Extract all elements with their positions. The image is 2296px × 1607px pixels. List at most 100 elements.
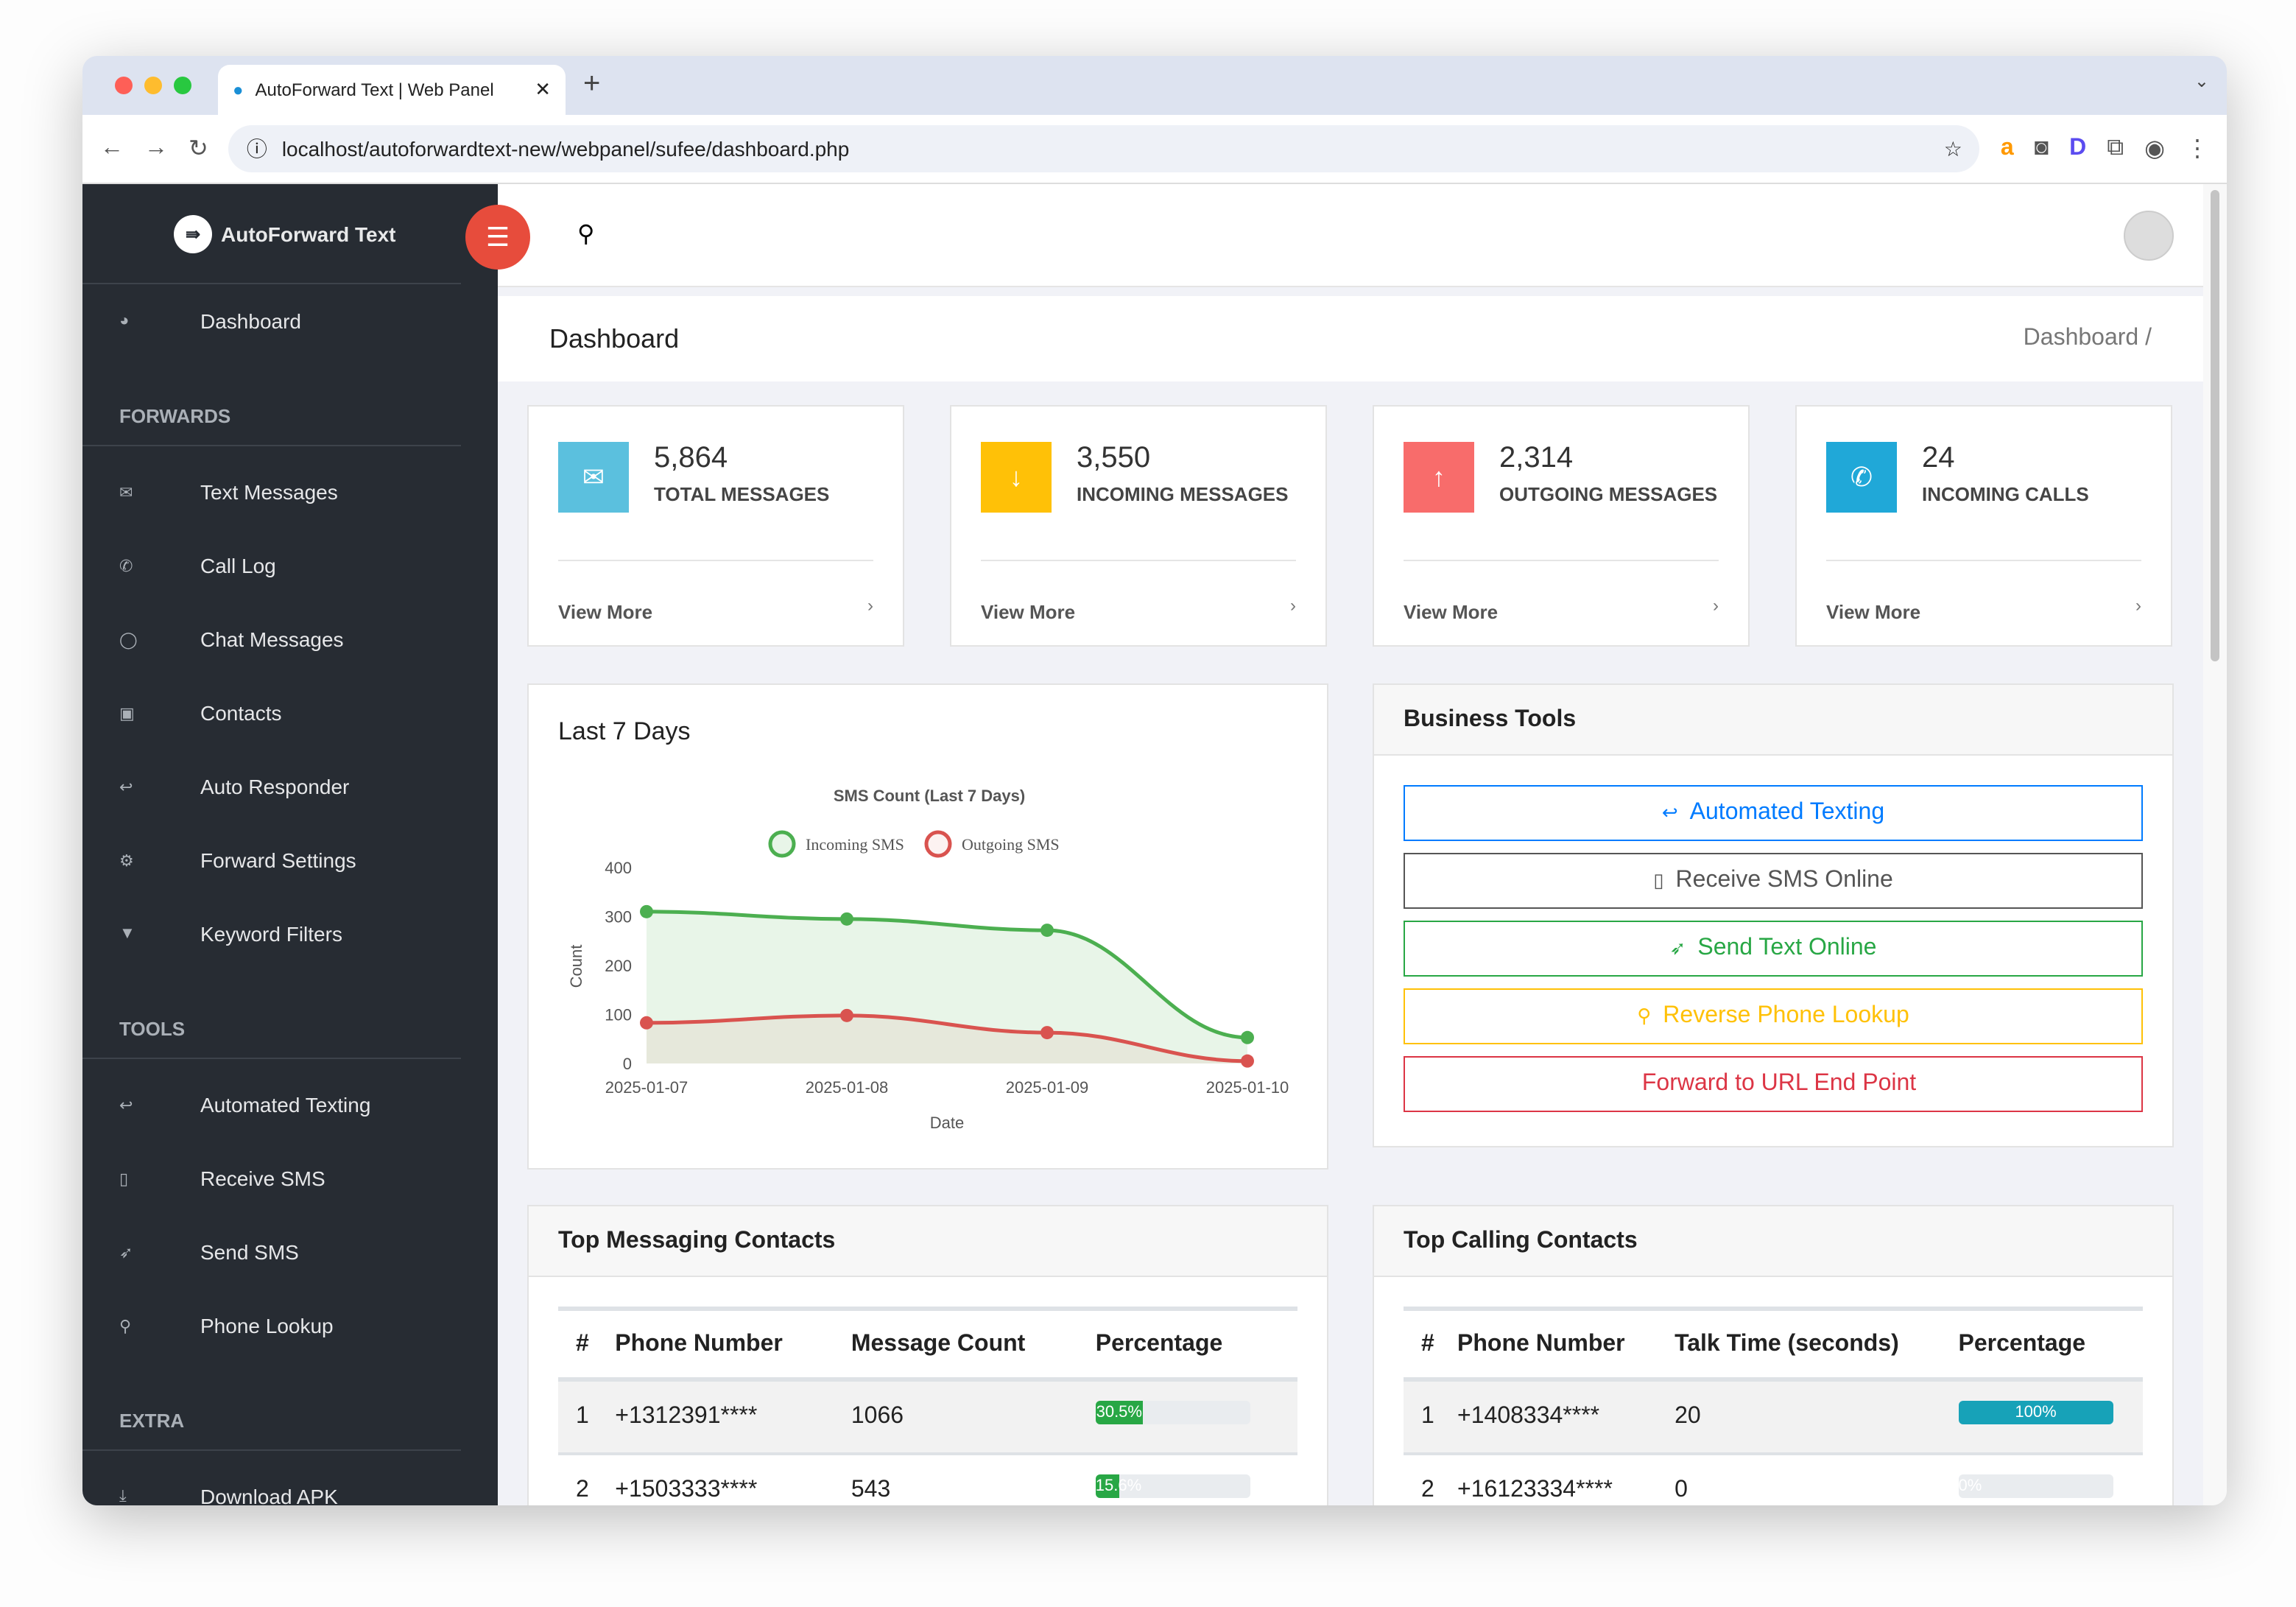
sidebar-item-dashboard[interactable]: ◕ Dashboard — [82, 284, 498, 358]
comment-icon: ◯ — [119, 631, 138, 649]
sidebar-item[interactable]: ↩ Automated Texting — [82, 1068, 498, 1142]
main-content: ☰ ⚲ Dashboard Dashboard / ✉ 5,864 TOTAL MES… — [465, 184, 2203, 1505]
menu-icon[interactable]: ⋮ — [2186, 134, 2209, 163]
search-icon[interactable]: ⚲ — [577, 219, 594, 249]
phone-icon: ✆ — [1826, 442, 1897, 513]
stat-card: ✆ 24 INCOMING CALLS View More › — [1795, 405, 2172, 647]
scrollbar[interactable] — [2203, 184, 2227, 1505]
sidebar-item-label: Chat Messages — [200, 627, 344, 651]
percentage-bar: 30.5% — [1095, 1400, 1250, 1424]
legend-label[interactable]: Incoming SMS — [806, 835, 904, 854]
view-more-link[interactable]: View More — [1404, 601, 1498, 623]
close-tab-icon[interactable]: ✕ — [535, 78, 551, 102]
reload-icon[interactable]: ↻ — [189, 134, 208, 163]
phone-icon: ✆ — [119, 558, 133, 575]
sidebar-item[interactable]: ✉ Text Messages — [82, 455, 498, 529]
tab-title: AutoForward Text | Web Panel — [255, 80, 494, 100]
data-point[interactable] — [1241, 1054, 1254, 1068]
back-icon[interactable]: ← — [100, 136, 124, 162]
tool-button[interactable]: ➶ Send Text Online — [1404, 921, 2143, 977]
data-point[interactable] — [1040, 1026, 1054, 1040]
top-calling-table: # Phone Number Talk Time (seconds) Percenta… — [1404, 1307, 2143, 1505]
legend-label[interactable]: Outgoing SMS — [962, 835, 1060, 854]
sidebar-item[interactable]: ◯ Chat Messages — [82, 602, 498, 676]
sidebar-item[interactable]: ➶ Send SMS — [82, 1215, 498, 1289]
new-tab-button[interactable]: + — [583, 68, 600, 102]
table-row: 1 +1312391**** 1066 30.5% — [558, 1379, 1297, 1455]
extension-icon[interactable]: a — [2001, 136, 2014, 162]
browser-window: ● AutoForward Text | Web Panel ✕ + ⌄ ← → ↻ ⓘ… — [82, 56, 2227, 1505]
minimize-window-button[interactable] — [144, 77, 162, 94]
stat-label: INCOMING MESSAGES — [1077, 483, 1289, 505]
column-header: Percentage — [1940, 1309, 2143, 1382]
rocket-icon: ➶ — [119, 1244, 133, 1262]
sidebar-item[interactable]: ▣ Contacts — [82, 676, 498, 750]
data-point[interactable] — [1241, 1030, 1254, 1044]
sidebar-item[interactable]: ↩ Auto Responder — [82, 750, 498, 823]
data-point[interactable] — [1040, 924, 1054, 938]
profile-icon[interactable]: ◉ — [2144, 134, 2165, 163]
view-more-link[interactable]: View More — [981, 601, 1075, 623]
filter-icon: ▼ — [119, 925, 135, 943]
button-label: Receive SMS Online — [1675, 868, 1893, 893]
chevron-right-icon[interactable]: › — [1713, 595, 1719, 616]
breadcrumb[interactable]: Dashboard / — [2024, 326, 2152, 352]
data-point[interactable] — [640, 904, 653, 918]
sidebar-item[interactable]: ⚙ Forward Settings — [82, 823, 498, 897]
sms-chart: SMS Count (Last 7 Days) 0 100 200 300 400 2025… — [567, 787, 1289, 1132]
reply-icon: ↩ — [1661, 801, 1678, 823]
percentage-bar: 0% — [1958, 1474, 2113, 1497]
tool-button[interactable]: Forward to URL End Point — [1404, 1056, 2143, 1112]
puzzle-icon[interactable]: ⧉ — [2107, 136, 2124, 162]
sidebar-item[interactable]: ▼ Keyword Filters — [82, 897, 498, 971]
tool-button[interactable]: ⚲ Reverse Phone Lookup — [1404, 988, 2143, 1044]
sidebar-item[interactable]: ⤓ Download APK — [82, 1460, 498, 1505]
data-point[interactable] — [640, 1016, 653, 1030]
data-point[interactable] — [840, 1008, 853, 1022]
sidebar: ⇛ AutoForward Text ◕ Dashboard FORWARDS ✉ Te… — [82, 184, 498, 1505]
menu-toggle-button[interactable]: ☰ — [465, 205, 530, 270]
chevron-right-icon[interactable]: › — [867, 595, 873, 616]
url-text: localhost/autoforwardtext-new/webpanel/s… — [281, 137, 850, 161]
search-icon: ⚲ — [1637, 1005, 1652, 1027]
bookmark-star-icon[interactable]: ☆ — [1944, 136, 1962, 161]
stat-label: OUTGOING MESSAGES — [1499, 483, 1718, 505]
rocket-icon: ➶ — [1669, 937, 1686, 959]
gears-icon: ⚙ — [119, 852, 134, 870]
maximize-window-button[interactable] — [174, 77, 191, 94]
chevron-right-icon[interactable]: › — [2135, 595, 2141, 616]
sidebar-item[interactable]: ✆ Call Log — [82, 529, 498, 602]
tab-search-icon[interactable]: ⌄ — [2194, 71, 2209, 91]
sidebar-item[interactable]: ▯ Receive SMS — [82, 1142, 498, 1215]
url-input[interactable]: ⓘ localhost/autoforwardtext-new/webpanel/… — [228, 125, 1980, 172]
brand-logo[interactable]: ⇛ AutoForward Text — [82, 184, 461, 284]
avatar[interactable] — [2124, 211, 2174, 261]
tool-button[interactable]: ▯ Receive SMS Online — [1404, 853, 2143, 909]
browser-tab[interactable]: ● AutoForward Text | Web Panel ✕ — [218, 65, 566, 115]
tool-button[interactable]: ↩ Automated Texting — [1404, 785, 2143, 841]
phone-number: +1408334**** — [1440, 1379, 1658, 1455]
view-more-link[interactable]: View More — [558, 601, 652, 623]
extension-icon[interactable]: D — [2069, 136, 2086, 162]
count: 0 — [1657, 1453, 1941, 1505]
y-axis-label: Count — [567, 945, 585, 988]
page-header: Dashboard Dashboard / — [498, 296, 2203, 381]
sidebar-item-label: Automated Texting — [200, 1093, 371, 1117]
table-row: 2 +16123334**** 0 0% — [1404, 1453, 2143, 1505]
download-icon: ⤓ — [119, 1487, 127, 1505]
close-window-button[interactable] — [115, 77, 133, 94]
camera-icon[interactable]: ◙ — [2035, 136, 2049, 162]
card-title: Top Calling Contacts — [1374, 1206, 2172, 1277]
y-tick-label: 300 — [605, 908, 632, 926]
column-header: Percentage — [1077, 1309, 1297, 1382]
chart-card: Last 7 Days SMS Count (Last 7 Days) 0 100 2… — [527, 683, 1328, 1170]
business-tools-card: Business Tools ↩ Automated Texting ▯ Receiv… — [1373, 683, 2174, 1147]
data-point[interactable] — [840, 912, 853, 926]
sidebar-item[interactable]: ⚲ Phone Lookup — [82, 1289, 498, 1362]
chevron-right-icon[interactable]: › — [1290, 595, 1296, 616]
percentage-label: 30.5% — [1095, 1400, 1143, 1424]
envelope-icon: ✉ — [119, 484, 133, 502]
view-more-link[interactable]: View More — [1826, 601, 1920, 623]
legend-marker — [768, 830, 796, 858]
forward-icon[interactable]: → — [144, 136, 168, 162]
